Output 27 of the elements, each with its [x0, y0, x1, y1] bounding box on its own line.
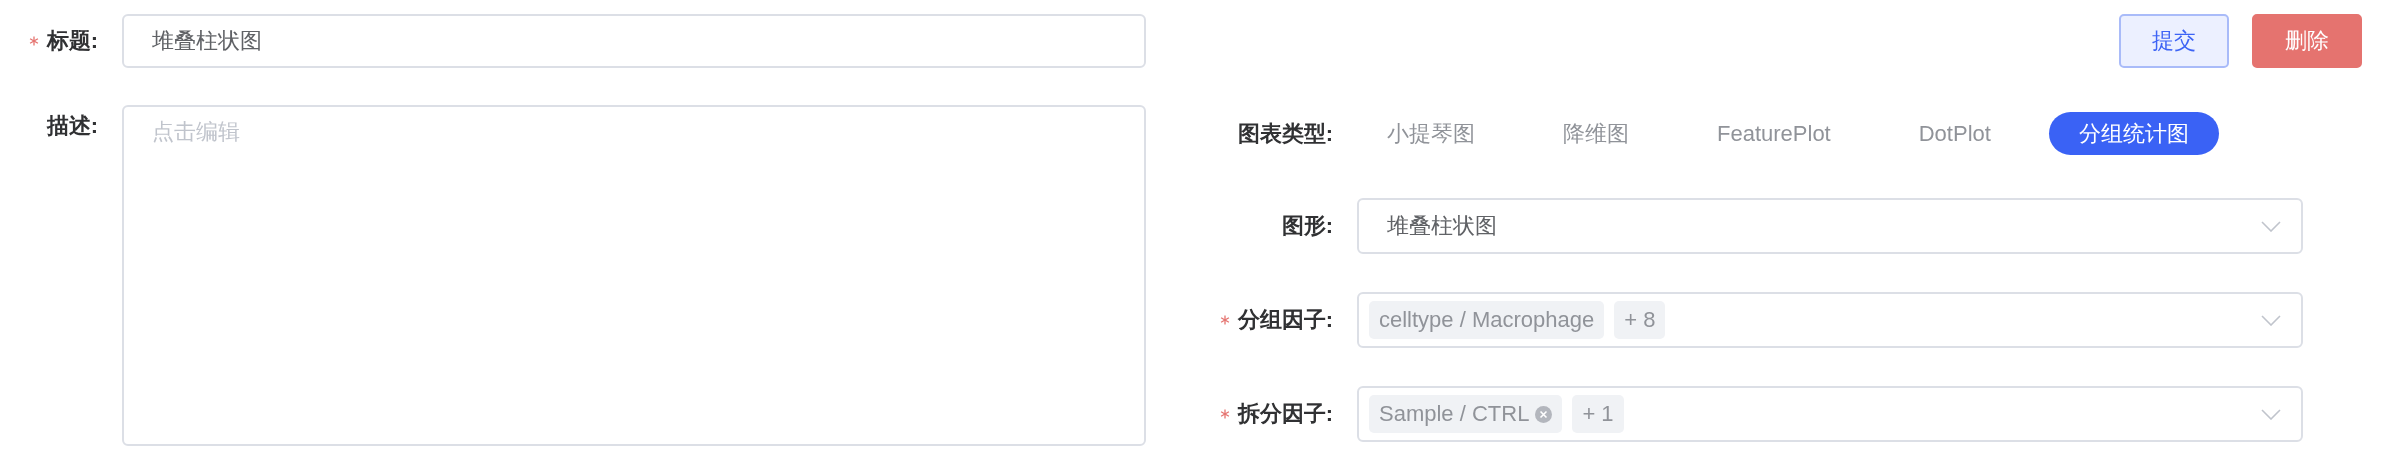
chevron-down-icon	[2261, 408, 2281, 420]
chart-type-tab[interactable]: 小提琴图	[1357, 112, 1505, 155]
field-label: 标题:	[46, 27, 98, 55]
field-label: 描述:	[46, 112, 98, 140]
field-label: 图表类型:	[1237, 119, 1333, 148]
chevron-down-icon	[2261, 220, 2281, 232]
field-label: 拆分因子:	[1237, 400, 1333, 428]
select-field[interactable]: celltype / Macrophage + 8	[1357, 292, 2303, 348]
chevron-down-icon	[2261, 314, 2281, 326]
tag: celltype / Macrophage	[1369, 301, 1605, 339]
tag: + 1	[1572, 395, 1624, 433]
title-field[interactable]: 堆叠柱状图	[122, 14, 1146, 68]
description-field[interactable]: 点击编辑	[122, 105, 1146, 446]
chart-type-tab[interactable]: FeaturePlot	[1687, 112, 1861, 155]
delete-button[interactable]: 删除	[2252, 14, 2362, 68]
chart-type-tab[interactable]: DotPlot	[1888, 112, 2021, 155]
select-value: 堆叠柱状图	[1387, 212, 1497, 240]
chart-type-tab[interactable]: 分组统计图	[2048, 112, 2219, 155]
tag: Sample / CTRL	[1369, 395, 1563, 433]
field-label: 图形:	[1281, 212, 1333, 240]
select-field[interactable]: 堆叠柱状图	[1357, 198, 2303, 254]
field-label: 分组因子:	[1237, 306, 1333, 334]
chart-type-tab[interactable]: 降维图	[1533, 112, 1659, 155]
submit-button[interactable]: 提交	[2119, 14, 2229, 68]
select-field[interactable]: Sample / CTRL + 1	[1357, 386, 2303, 442]
tag: + 8	[1614, 301, 1666, 339]
close-icon[interactable]	[1535, 405, 1553, 423]
